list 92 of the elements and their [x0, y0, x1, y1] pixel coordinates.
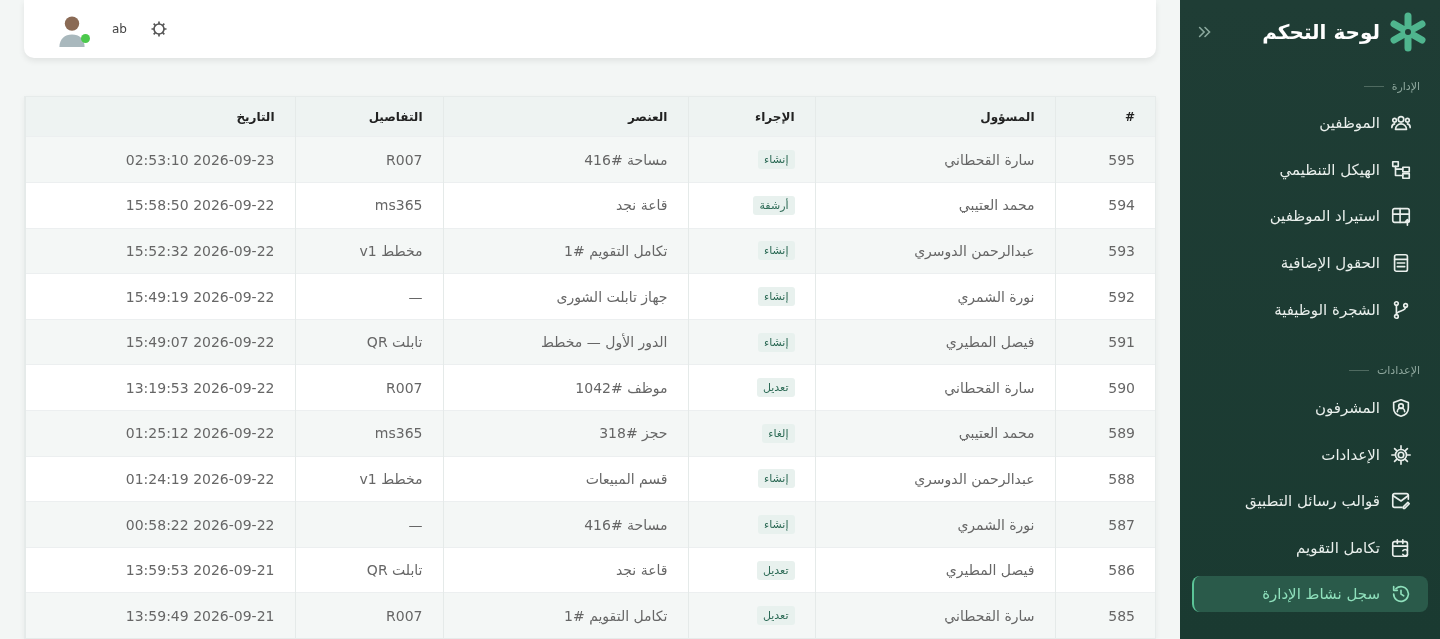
- table-cell: محمد العتيبي: [958, 425, 1035, 442]
- table-cell: مخطط v1: [359, 242, 423, 259]
- action-tag: إنشاء: [758, 515, 795, 534]
- action-tag: إنشاء: [758, 150, 795, 170]
- nav-item[interactable]: المشرفون: [1192, 384, 1428, 432]
- app-title: لوحة التحكم: [1262, 20, 1380, 44]
- table-cell: 2026-09-21 13:59:49: [125, 607, 275, 624]
- action-tag: إلغاء: [762, 423, 795, 443]
- nav-item[interactable]: الموظفين: [1192, 100, 1428, 147]
- table-cell: نورة الشمري: [957, 288, 1035, 305]
- table-cell: 2026-09-22 01:25:12: [125, 425, 275, 442]
- table-cell: مساحة #416: [584, 516, 668, 533]
- table-cell: 2026-09-22 01:24:19: [125, 470, 275, 487]
- table-cell: R007: [386, 607, 423, 624]
- table-cell: 2026-09-22 13:19:53: [125, 379, 275, 396]
- table-cell: عبدالرحمن الدوسري: [914, 242, 1035, 259]
- section-label: الإعدادات: [1376, 364, 1420, 378]
- user-initials[interactable]: ab: [112, 22, 127, 37]
- shield-user-icon: [1390, 397, 1412, 420]
- action-tag: تعديل: [756, 378, 795, 398]
- table-cell: محمد العتيبي: [958, 197, 1035, 214]
- table-cell: قاعة نجد: [615, 562, 668, 579]
- table-cell: ms365: [374, 197, 423, 214]
- table-cell: 585: [1108, 607, 1135, 624]
- table-cell: 2026-09-21 13:59:53: [125, 562, 275, 579]
- table-cell: 2026-09-22 15:49:07: [125, 334, 275, 351]
- table-cell: مساحة #416: [584, 151, 668, 168]
- table-cell: جهاز تابلت الشورى: [556, 288, 668, 305]
- nav-item[interactable]: قوالب رسائل التطبيق: [1192, 478, 1428, 525]
- table-cell: R007: [386, 151, 423, 168]
- settings-icon[interactable]: [149, 19, 169, 40]
- table-cell: R007: [386, 379, 423, 396]
- table-cell: ms365: [374, 425, 423, 442]
- table-cell: تابلت QR: [366, 334, 423, 351]
- table-cell: 590: [1108, 379, 1135, 396]
- table-cell: فيصل المطيري: [945, 334, 1035, 351]
- table-cell: تابلت QR: [366, 562, 423, 579]
- table-cell: 2026-09-22 15:49:19: [125, 288, 275, 305]
- table-upload-icon: [1390, 205, 1412, 228]
- nav-item[interactable]: الهيكل التنظيمي: [1192, 146, 1428, 194]
- action-tag: إنشاء: [758, 241, 795, 261]
- action-tag: إنشاء: [758, 287, 795, 307]
- table-cell: 592: [1108, 288, 1135, 305]
- table-cell: سارة القحطاني: [944, 379, 1035, 396]
- column-header[interactable]: التفاصيل: [295, 97, 443, 137]
- table-cell: 593: [1108, 242, 1135, 259]
- nav-item[interactable]: الحقول الإضافية: [1192, 239, 1428, 287]
- table-cell: سارة القحطاني: [944, 151, 1035, 168]
- nav-item[interactable]: استيراد الموظفين: [1192, 193, 1428, 240]
- table-cell: 2026-09-22 15:58:50: [125, 197, 275, 214]
- section-label: الإدارة: [1391, 79, 1420, 93]
- table-cell: 594: [1108, 197, 1135, 214]
- table-cell: مخطط v1: [359, 470, 423, 487]
- column-header[interactable]: التاريخ: [25, 97, 295, 137]
- table-cell: نورة الشمري: [957, 516, 1035, 533]
- nav-item[interactable]: تكامل التقويم: [1192, 524, 1428, 572]
- action-tag: أرشفة: [753, 195, 795, 215]
- column-header[interactable]: المسؤول: [815, 97, 1055, 137]
- column-header[interactable]: #: [1055, 97, 1155, 137]
- nav-item[interactable]: الإعدادات: [1192, 431, 1428, 479]
- table-cell: 595: [1108, 151, 1135, 168]
- table-cell: موظف #1042: [575, 379, 668, 396]
- table-cell: حجز #318: [599, 425, 668, 442]
- asterisk-logo-icon: [1388, 12, 1428, 52]
- table-cell: 591: [1108, 334, 1135, 351]
- table-cell: 588: [1108, 470, 1135, 487]
- table-cell: —: [408, 516, 423, 533]
- column-header[interactable]: العنصر: [443, 97, 688, 137]
- table-cell: عبدالرحمن الدوسري: [914, 470, 1035, 487]
- table-cell: قسم المبيعات: [585, 470, 668, 487]
- table-cell: تكامل التقويم #1: [564, 242, 668, 259]
- table-cell: 587: [1108, 516, 1135, 533]
- table-cell: 2026-09-22 15:52:32: [125, 242, 275, 259]
- table-cell: سارة القحطاني: [944, 607, 1035, 624]
- table-cell: الدور الأول — مخطط: [541, 334, 668, 351]
- action-tag: تعديل: [756, 560, 795, 580]
- table-cell: 2026-09-23 02:53:10: [125, 151, 275, 168]
- table-cell: 589: [1108, 425, 1135, 442]
- table-cell: تكامل التقويم #1: [564, 607, 668, 624]
- table-cell: —: [408, 288, 423, 305]
- table-cell: قاعة نجد: [615, 197, 668, 214]
- action-tag: إنشاء: [758, 469, 795, 489]
- action-tag: إنشاء: [758, 332, 795, 352]
- nav-item[interactable]: سجل نشاط الإدارة: [1192, 576, 1428, 613]
- settings-icon: [1390, 443, 1412, 466]
- action-tag: تعديل: [756, 606, 795, 626]
- column-header[interactable]: الإجراء: [688, 97, 815, 137]
- hierarchy-icon: [1390, 158, 1412, 181]
- table-cell: 586: [1108, 562, 1135, 579]
- table-cell: فيصل المطيري: [945, 562, 1035, 579]
- nav-item[interactable]: الشجرة الوظيفية: [1192, 286, 1428, 333]
- table-cell: 2026-09-22 00:58:22: [125, 516, 275, 533]
